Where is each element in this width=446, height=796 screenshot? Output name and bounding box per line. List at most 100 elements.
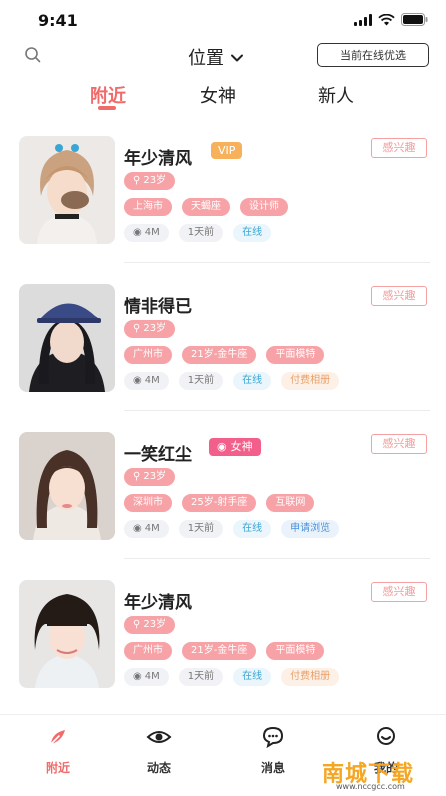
distance-pill: ◉ 4M [124,372,169,390]
status-bar: 9:41 [0,0,446,40]
location-pin-icon: ◉ [133,227,142,238]
profile-icon [374,725,398,753]
distance-text: 4M [144,523,160,534]
location-label: 位置 [188,48,224,69]
online-status-pill: 在线 [233,520,272,538]
zodiac-tag: 天蝎座 [182,198,230,216]
age-text: 23岁 [143,323,167,334]
job-tag: 设计师 [240,198,288,216]
goddess-badge-label: 女神 [230,440,253,453]
age-pill: ⚲ 23岁 [124,616,176,634]
online-status-pill: 在线 [233,372,272,390]
battery-icon [401,13,428,26]
profile-tags: 深圳市 25岁-射手座 互联网 [124,494,315,512]
distance-text: 4M [144,227,160,238]
nav-label: 附近 [45,761,70,775]
interest-button[interactable]: 感兴趣 [371,582,427,602]
paid-album-pill[interactable]: 付费相册 [281,668,340,686]
cellular-signal-icon [354,13,372,26]
distance-pill: ◉ 4M [124,224,169,242]
city-tag: 广州市 [124,346,172,364]
tab-nearby[interactable]: 附近 [90,82,126,108]
user-card[interactable]: 年少清风 感兴趣 ⚲ 23岁 广州市 21岁-金牛座 平面模特 ◉ 4M 1天前 在… [0,566,446,714]
profile-tags: 广州市 21岁-金牛座 平面模特 [124,642,325,660]
user-card[interactable]: 一笑红尘 ◉ 女神 感兴趣 ⚲ 23岁 深圳市 25岁-射手座 互联网 ◉ 4M 1天… [0,418,446,566]
status-time: 9:41 [38,11,78,30]
request-view-pill[interactable]: 申请浏览 [281,520,340,538]
feather-icon [46,725,70,753]
divider [124,262,430,263]
age-row: ⚲ 23岁 [124,320,176,338]
interest-button[interactable]: 感兴趣 [371,434,427,454]
location-pin-icon: ◉ [133,671,142,682]
age-row: ⚲ 23岁 [124,468,176,486]
distance-pill: ◉ 4M [124,668,169,686]
last-active-pill: 1天前 [178,668,224,686]
job-tag: 平面模特 [266,642,325,660]
nav-item-nearby[interactable]: 附近 [28,725,88,776]
location-pin-icon: ◉ [133,523,142,534]
avatar[interactable] [19,284,115,392]
divider [124,410,430,411]
user-name: 一笑红尘 [124,445,192,465]
goddess-badge: ◉ 女神 [209,438,261,456]
interest-button[interactable]: 感兴趣 [371,286,427,306]
female-icon: ⚲ [133,471,141,482]
nav-label: 消息 [260,761,285,775]
tab-goddess[interactable]: 女神 [200,82,236,108]
user-name: 年少清风 [124,593,192,613]
header: 位置 当前在线优选 [0,40,446,74]
female-icon: ⚲ [133,619,141,630]
vip-badge: VIP [211,142,243,159]
age-row: ⚲ 23岁 [124,616,176,634]
meta-row: ◉ 4M 1天前 在线 申请浏览 [124,520,340,538]
paid-album-pill[interactable]: 付费相册 [281,372,340,390]
job-tag: 互联网 [266,494,315,512]
watermark: 南城下载 www.nccgcc.com [322,754,438,791]
age-pill: ⚲ 23岁 [124,172,176,190]
tab-bar: 附近 女神 新人 [0,80,446,116]
job-tag: 平面模特 [266,346,325,364]
distance-pill: ◉ 4M [124,520,169,538]
tab-newcomers[interactable]: 新人 [318,82,354,108]
user-card[interactable]: 情非得已 感兴趣 ⚲ 23岁 广州市 21岁-金牛座 平面模特 ◉ 4M 1天前 在… [0,270,446,418]
female-icon: ⚲ [133,175,141,186]
user-name: 年少清风 [124,149,192,169]
interest-button[interactable]: 感兴趣 [371,138,427,158]
chevron-down-icon [230,48,244,67]
age-pill: ⚲ 23岁 [124,320,176,338]
user-card[interactable]: 年少清风 VIP 感兴趣 ⚲ 23岁 上海市 天蝎座 设计师 ◉ 4M 1天前 在线 [0,122,446,270]
meta-row: ◉ 4M 1天前 在线 付费相册 [124,668,340,686]
online-filter-button[interactable]: 当前在线优选 [317,43,429,67]
nav-item-feed[interactable]: 动态 [129,725,189,776]
city-tag: 深圳市 [124,494,172,512]
zodiac-tag: 21岁-金牛座 [182,346,257,364]
avatar[interactable] [19,136,115,244]
eye-icon [146,725,172,753]
distance-text: 4M [144,375,160,386]
age-text: 23岁 [143,471,167,482]
city-tag: 上海市 [124,198,172,216]
location-dropdown[interactable]: 位置 [188,44,244,70]
meta-row: ◉ 4M 1天前 在线 [124,224,272,242]
distance-text: 4M [144,671,160,682]
last-active-pill: 1天前 [178,224,224,242]
age-text: 23岁 [143,619,167,630]
profile-tags: 广州市 21岁-金牛座 平面模特 [124,346,325,364]
search-icon[interactable] [24,46,42,64]
avatar[interactable] [19,580,115,688]
age-row: ⚲ 23岁 [124,172,176,190]
nav-item-messages[interactable]: 消息 [243,725,303,776]
chat-icon [261,725,285,753]
online-status-pill: 在线 [233,224,272,242]
online-status-pill: 在线 [233,668,272,686]
female-icon: ⚲ [133,323,141,334]
zodiac-tag: 21岁-金牛座 [182,642,257,660]
avatar[interactable] [19,432,115,540]
age-pill: ⚲ 23岁 [124,468,176,486]
zodiac-tag: 25岁-射手座 [182,494,257,512]
age-text: 23岁 [143,175,167,186]
nav-label: 动态 [146,761,171,775]
tab-active-indicator [98,106,116,110]
last-active-pill: 1天前 [178,372,224,390]
